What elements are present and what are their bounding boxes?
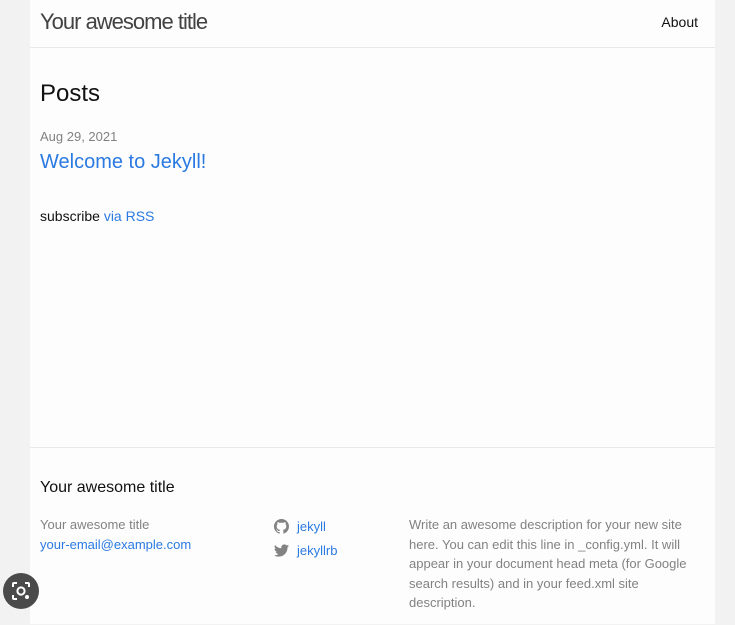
nav-about-link[interactable]: About xyxy=(661,14,698,30)
visual-search-button[interactable] xyxy=(3,573,39,609)
footer-heading: Your awesome title xyxy=(40,479,175,496)
twitter-link[interactable]: jekyllrb xyxy=(297,543,337,558)
site-footer: Your awesome title Your awesome title yo… xyxy=(30,447,715,625)
footer-email-link[interactable]: your-email@example.com xyxy=(40,535,191,555)
footer-social: jekyll jekyllrb xyxy=(274,514,337,562)
post-date: Aug 29, 2021 xyxy=(40,129,118,144)
site-header: Your awesome title About xyxy=(30,0,715,48)
twitter-icon xyxy=(274,543,289,557)
rss-prefix: subscribe xyxy=(40,208,100,224)
social-twitter: jekyllrb xyxy=(274,538,337,562)
site-title-link[interactable]: Your awesome title xyxy=(40,9,208,35)
visual-search-icon xyxy=(12,582,30,600)
footer-contact: Your awesome title your-email@example.co… xyxy=(40,515,191,555)
page: Your awesome title About Posts Aug 29, 2… xyxy=(30,0,715,624)
rss-subscribe: subscribe via RSS xyxy=(40,208,154,224)
rss-link[interactable]: via RSS xyxy=(104,208,155,224)
post-title-link[interactable]: Welcome to Jekyll! xyxy=(40,151,206,174)
github-link[interactable]: jekyll xyxy=(297,519,326,534)
social-github: jekyll xyxy=(274,514,337,538)
site-description: Write an awesome description for your ne… xyxy=(409,517,687,611)
post-list-heading: Posts xyxy=(40,80,101,107)
footer-site-name: Your awesome title xyxy=(40,517,150,532)
github-icon xyxy=(274,518,289,534)
